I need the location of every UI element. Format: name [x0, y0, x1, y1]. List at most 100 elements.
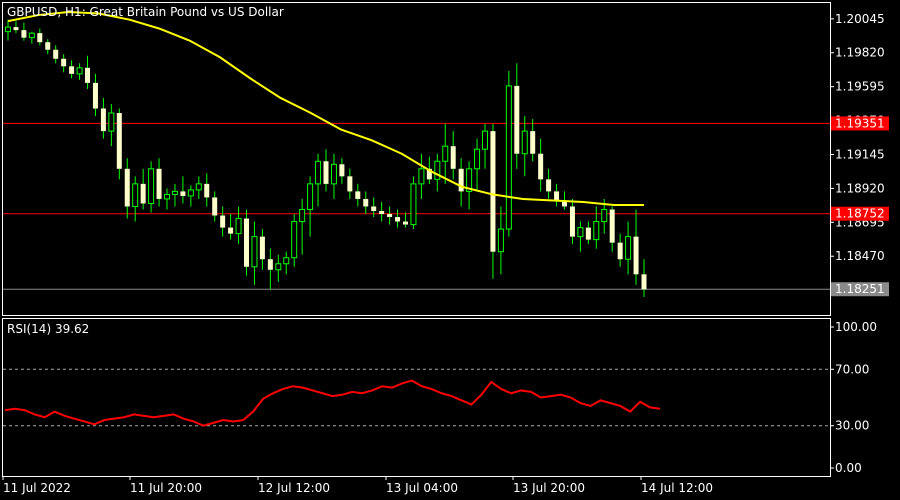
time-tick-label: 11 Jul 2022	[3, 481, 71, 495]
candle-body	[307, 183, 314, 210]
candle-body	[387, 214, 393, 218]
candle-body	[490, 131, 496, 252]
candle-body	[355, 191, 361, 199]
candle-body	[617, 242, 623, 260]
candle-body	[228, 227, 234, 234]
rsi-label: RSI(14) 39.62	[7, 322, 89, 336]
candle-body	[339, 164, 345, 177]
candle-body	[85, 67, 90, 83]
candle-body	[45, 42, 51, 50]
candle-body	[418, 168, 425, 185]
candle-body	[53, 49, 59, 59]
candle-body	[220, 215, 226, 228]
candle-body	[538, 153, 544, 180]
candle-body	[92, 82, 98, 109]
rsi-tick-label: 100.00	[835, 320, 877, 334]
candle-body	[585, 227, 591, 240]
candle-body	[577, 227, 584, 238]
candle-body	[180, 191, 186, 196]
rsi-plot-frame	[2, 318, 831, 477]
candle-body	[204, 183, 210, 198]
candle-body	[195, 183, 202, 191]
rsi-tick-label: 30.00	[835, 419, 869, 433]
time-tick-label: 12 Jul 12:00	[258, 481, 330, 495]
candle-body	[403, 221, 408, 225]
candle-body	[21, 30, 27, 38]
candle-body	[291, 221, 298, 259]
candle-body	[100, 108, 106, 132]
time-axis-labels: 11 Jul 2022 11 Jul 20:00 12 Jul 12:00 13 Ju…	[2, 476, 713, 495]
candle-body	[244, 218, 249, 267]
candle-body	[299, 208, 306, 223]
candle-body	[442, 145, 449, 162]
candle-body	[13, 27, 19, 31]
rsi-tick-label: 0.00	[835, 461, 862, 475]
candle-body	[315, 160, 322, 185]
price-tick-labels: 1.200451.198201.195951.193701.191451.189…	[830, 12, 889, 297]
price-tick-label: 1.20045	[835, 12, 885, 26]
candle-body	[569, 206, 575, 237]
trading-chart[interactable]: 1.200451.198201.195951.193701.191451.189…	[0, 0, 900, 500]
price-tick-label: 1.19145	[835, 147, 885, 161]
candle-body	[187, 189, 194, 197]
price-tick-label: 1.19595	[835, 80, 885, 94]
candle-body	[363, 198, 369, 207]
price-tag-label: 1.18752	[835, 207, 885, 221]
time-tick-label: 13 Jul 20:00	[513, 481, 585, 495]
candle-body	[497, 228, 504, 253]
rsi-tick-labels: 100.00 70.00 30.00 0.00	[830, 320, 877, 475]
candle-body	[61, 58, 67, 67]
candle-body	[323, 161, 329, 184]
candle-body	[379, 211, 385, 215]
candle-body	[259, 236, 265, 260]
candle-body	[108, 112, 115, 132]
candle-body	[28, 32, 35, 39]
candle-body	[69, 66, 75, 74]
candle-body	[530, 131, 536, 154]
candle-body	[593, 221, 600, 241]
time-tick-label: 11 Jul 20:00	[130, 481, 202, 495]
candle-body	[601, 208, 608, 223]
candle-body	[37, 33, 43, 43]
candle-body	[347, 176, 353, 192]
candle-body	[171, 190, 178, 195]
candle-body	[633, 236, 639, 275]
candle-body	[124, 168, 130, 207]
candle-body	[371, 206, 377, 211]
candle-body	[267, 259, 273, 270]
price-tag-label: 1.18251	[835, 282, 885, 296]
candle-body	[609, 209, 615, 243]
candle-body	[235, 218, 242, 235]
candle-body	[148, 168, 155, 204]
candle-body	[434, 160, 441, 180]
candle-body	[132, 183, 139, 207]
candle-body	[5, 26, 11, 33]
price-tick-label: 1.18920	[835, 181, 885, 195]
candle-body	[554, 191, 560, 201]
candle-body	[505, 85, 512, 230]
candle-body	[140, 183, 146, 204]
main-plot-frame	[2, 2, 831, 316]
candle-body	[116, 113, 122, 169]
price-tick-label: 1.18470	[835, 249, 885, 263]
candle-body	[76, 67, 83, 75]
candle-body	[474, 148, 481, 170]
time-tick-label: 13 Jul 04:00	[386, 481, 458, 495]
candle-body	[625, 236, 632, 260]
candle-body	[410, 183, 417, 226]
rsi-tick-label: 70.00	[835, 362, 869, 376]
candle-body	[156, 168, 162, 199]
candle-body	[514, 85, 520, 154]
chart-title: GBPUSD, H1: Great Britain Pound vs US Do…	[7, 5, 284, 19]
candle-body	[641, 274, 647, 290]
candle-body	[164, 193, 170, 200]
candle-body	[275, 263, 282, 271]
candle-body	[450, 146, 456, 169]
candle-body	[546, 179, 552, 192]
candle-body	[251, 236, 258, 268]
candle-body	[212, 197, 218, 216]
candle-body	[482, 130, 488, 150]
candle-body	[283, 257, 290, 265]
candle-body	[521, 130, 528, 155]
price-tag-label: 1.19351	[835, 116, 885, 130]
